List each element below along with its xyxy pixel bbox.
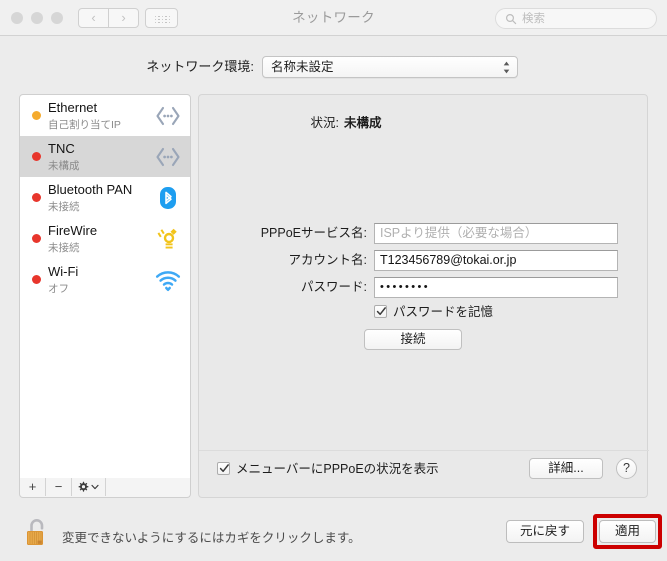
bluetooth-icon — [160, 187, 176, 209]
chevron-down-icon — [91, 484, 99, 490]
service-row-ethernet[interactable]: Ethernet 自己割り当てIP — [20, 95, 190, 136]
connection-status-label: 状況: — [310, 116, 339, 130]
service-name: Ethernet — [48, 100, 98, 115]
add-service-button[interactable]: + — [20, 478, 46, 496]
network-location-value: 名称未設定 — [271, 60, 334, 74]
service-detail-pane: 状況: 未構成 PPPoEサービス名: ISPより提供（必要な場合） アカウント… — [198, 94, 649, 498]
service-name: Bluetooth PAN — [48, 182, 133, 197]
service-row-bluetooth-pan[interactable]: Bluetooth PAN 未接続 — [20, 177, 190, 218]
remember-password-label: パスワードを記憶 — [393, 305, 494, 319]
service-status: 自己割り当てIP — [48, 119, 121, 131]
lock-hint-text: 変更できないようにするにはカギをクリックします。 — [62, 531, 361, 545]
help-button[interactable]: ? — [616, 458, 637, 479]
pppoe-service-name-row: PPPoEサービス名: ISPより提供（必要な場合） — [199, 223, 649, 245]
wifi-icon — [155, 271, 181, 292]
account-name-value: T123456789@tokai.or.jp — [380, 253, 517, 267]
network-location-row: ネットワーク環境: 名称未設定 — [0, 55, 667, 81]
service-row-firewire[interactable]: FireWire 未接続 — [20, 218, 190, 259]
network-preferences-window: ‹ › ネットワーク 検索 ネットワーク環境: 名称未設定 Ethernet 自… — [0, 0, 667, 561]
service-actions-button[interactable] — [72, 478, 106, 496]
service-status: オフ — [48, 283, 69, 295]
service-name: Wi-Fi — [48, 264, 79, 279]
password-label: パスワード: — [301, 280, 367, 294]
service-name: FireWire — [48, 223, 98, 238]
service-row-wifi[interactable]: Wi-Fi オフ — [20, 259, 190, 300]
service-name: TNC — [48, 141, 75, 156]
firewire-icon — [157, 228, 177, 249]
lock-open-icon[interactable] — [22, 517, 54, 551]
account-name-label: アカウント名: — [288, 253, 367, 267]
connection-status-value: 未構成 — [344, 116, 382, 130]
pppoe-service-name-placeholder: ISPより提供（必要な場合） — [380, 226, 538, 240]
revert-button[interactable]: 元に戻す — [506, 520, 584, 543]
connection-status-row: 状況: 未構成 — [199, 115, 649, 133]
status-dot — [32, 111, 41, 120]
service-status: 未接続 — [48, 201, 80, 213]
services-list-footer: + − — [19, 478, 191, 498]
search-input[interactable]: 検索 — [495, 8, 657, 29]
search-icon — [505, 13, 517, 25]
password-value: •••••••• — [380, 281, 431, 293]
pppoe-service-name-label: PPPoEサービス名: — [260, 226, 367, 240]
network-services-list[interactable]: Ethernet 自己割り当てIP TNC 未構成 Bluetooth PAN … — [19, 94, 191, 497]
service-status: 未接続 — [48, 242, 80, 254]
search-placeholder: 検索 — [522, 13, 545, 25]
service-status: 未構成 — [48, 160, 80, 172]
network-location-label: ネットワーク環境: — [146, 59, 254, 74]
service-row-tnc[interactable]: TNC 未構成 — [20, 136, 190, 177]
ethernet-icon — [156, 106, 180, 126]
checkbox-box — [217, 462, 230, 475]
pppoe-service-name-input[interactable]: ISPより提供（必要な場合） — [374, 223, 618, 244]
status-dot — [32, 152, 41, 161]
status-dot — [32, 234, 41, 243]
status-dot — [32, 193, 41, 202]
account-name-row: アカウント名: T123456789@tokai.or.jp — [199, 250, 649, 272]
detail-bottom-row: メニューバーにPPPoEの状況を表示 詳細... ? — [199, 450, 649, 497]
password-input[interactable]: •••••••• — [374, 277, 618, 298]
status-dot — [32, 275, 41, 284]
network-location-popup[interactable]: 名称未設定 — [262, 56, 518, 78]
remove-service-button[interactable]: − — [46, 478, 72, 496]
window-titlebar: ‹ › ネットワーク 検索 — [0, 0, 667, 36]
checkmark-icon — [376, 307, 386, 316]
account-name-input[interactable]: T123456789@tokai.or.jp — [374, 250, 618, 271]
connect-button[interactable]: 接続 — [364, 329, 462, 350]
chevron-updown-icon — [503, 61, 510, 74]
password-row: パスワード: •••••••• — [199, 277, 649, 299]
advanced-button[interactable]: 詳細... — [529, 458, 603, 479]
checkbox-box — [374, 305, 387, 318]
checkmark-icon — [219, 464, 229, 473]
apply-button[interactable]: 適用 — [599, 520, 656, 543]
gear-icon — [78, 481, 89, 492]
show-pppoe-status-label: メニューバーにPPPoEの状況を表示 — [236, 462, 439, 476]
ethernet-icon — [156, 147, 180, 167]
